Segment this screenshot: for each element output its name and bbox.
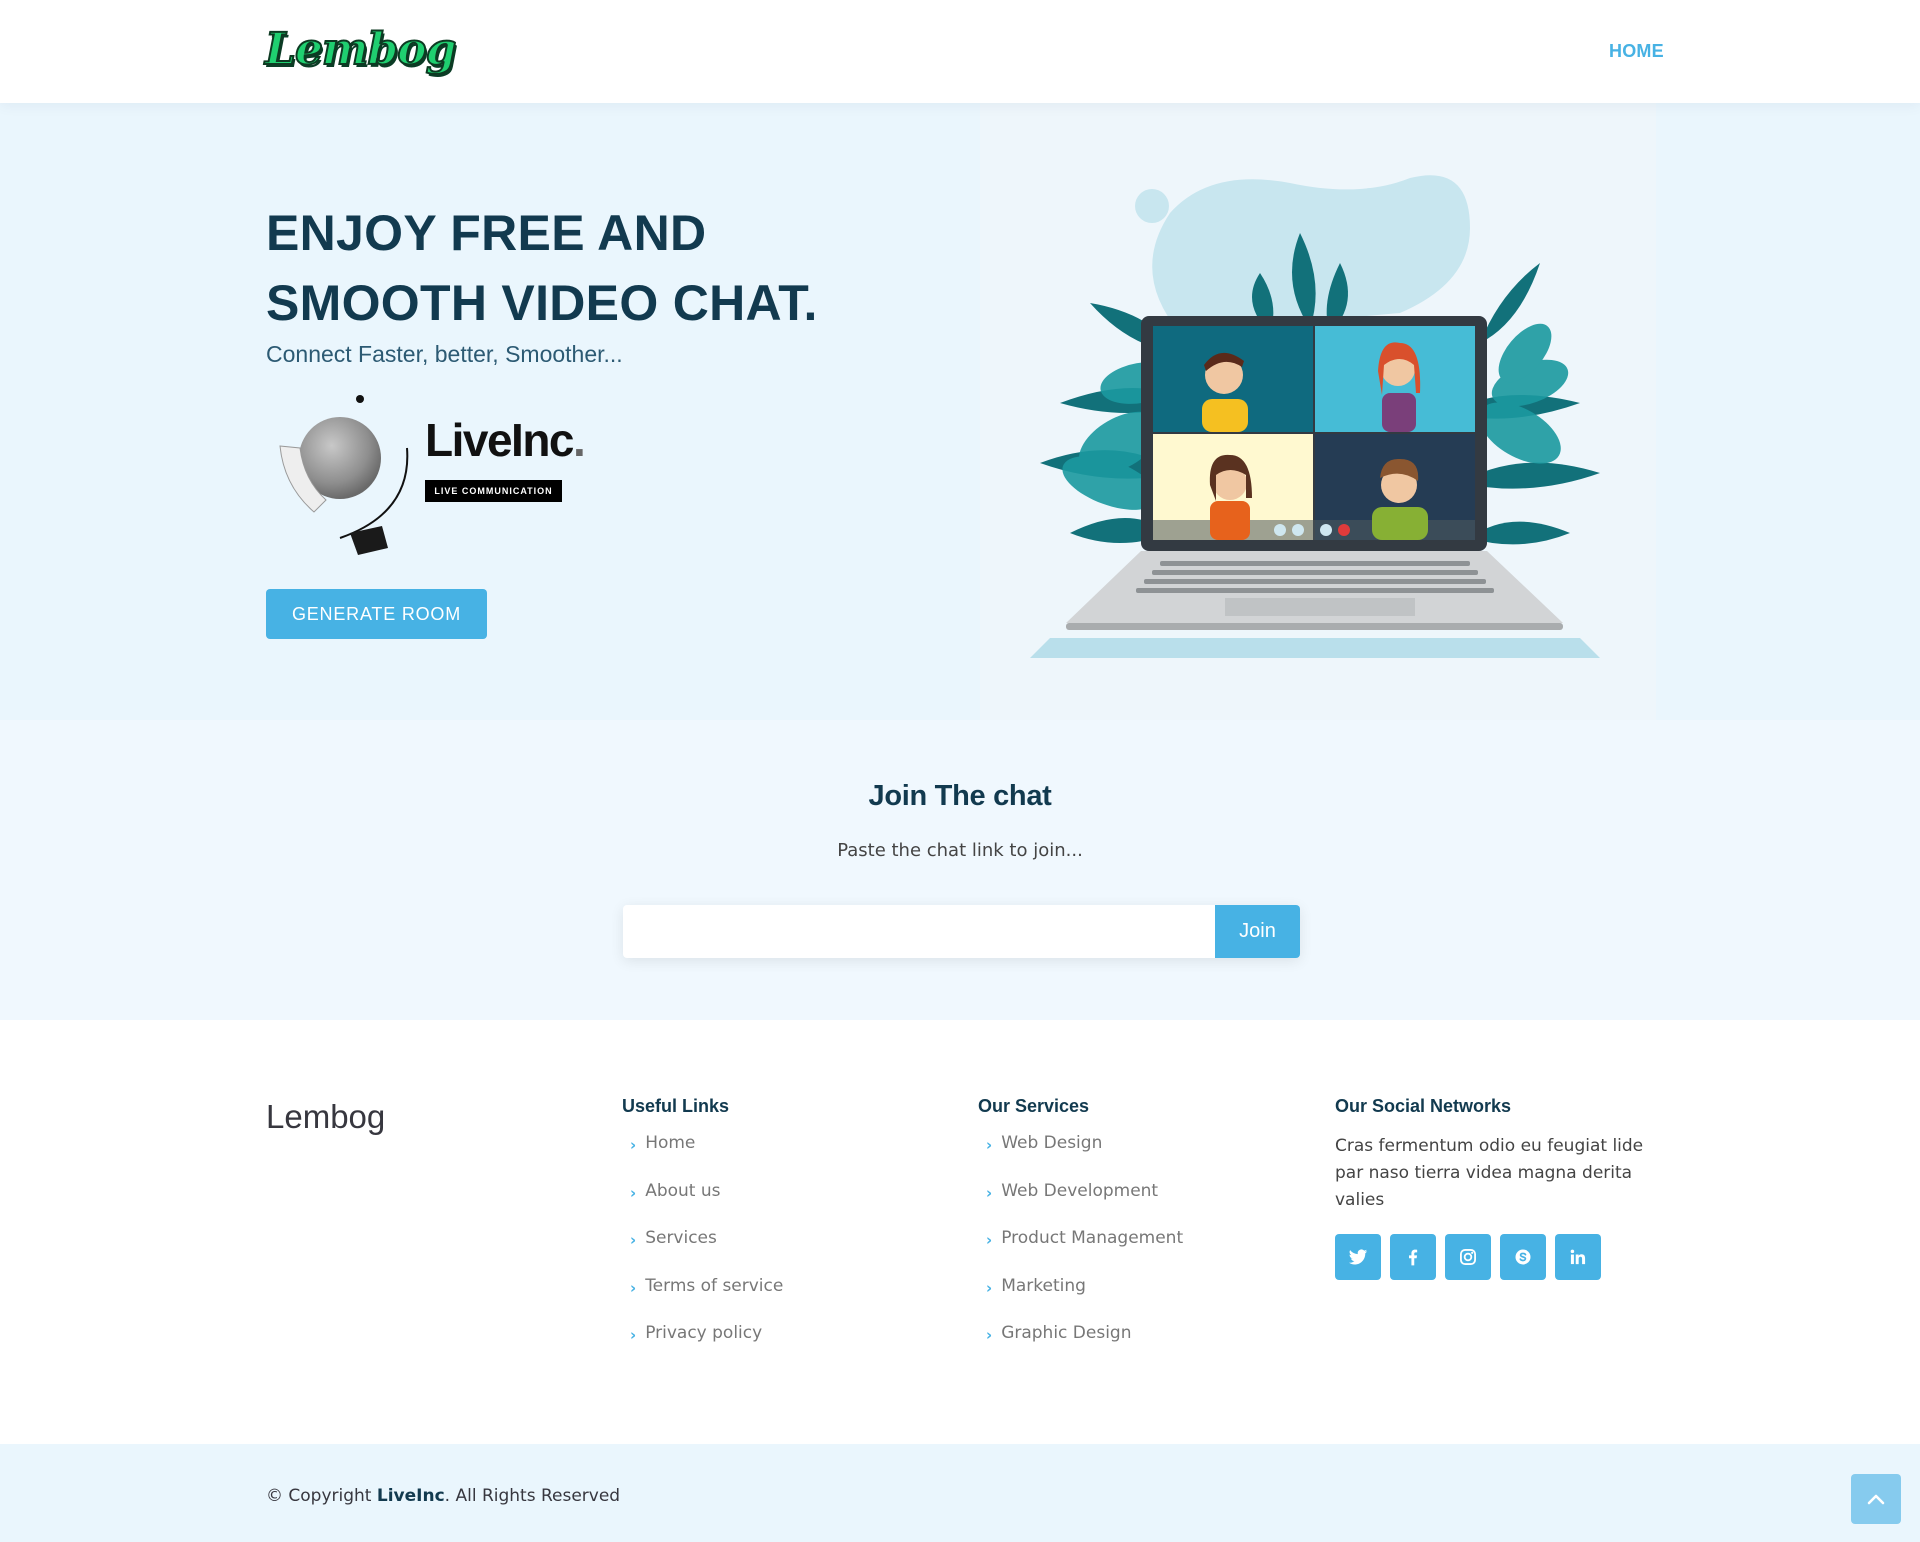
generate-room-button[interactable]: GENERATE ROOM <box>266 589 487 639</box>
chevron-right-icon: › <box>630 1183 637 1202</box>
footer-service-item: › Web Development <box>978 1181 1183 1229</box>
chevron-up-icon <box>1867 1494 1885 1505</box>
join-description: Paste the chat link to join... <box>837 840 1083 861</box>
footer-brand: Lembog <box>266 1098 386 1135</box>
back-to-top-button[interactable] <box>1851 1474 1901 1524</box>
liveinc-globe-icon <box>279 395 409 555</box>
footer-link-item: › Home <box>622 1133 783 1181</box>
footer-service-item: › Marketing <box>978 1276 1183 1324</box>
footer-link-item: › Services <box>622 1228 783 1276</box>
footer-link-about[interactable]: About us <box>645 1181 720 1201</box>
instagram-icon <box>1460 1249 1476 1265</box>
join-form: Join <box>623 905 1300 958</box>
footer-social: Our Social Networks Cras fermentum odio … <box>1335 1096 1645 1280</box>
chevron-right-icon: › <box>986 1231 993 1249</box>
chevron-right-icon: › <box>986 1183 993 1202</box>
chat-link-input[interactable] <box>623 905 1215 958</box>
chevron-right-icon: › <box>630 1136 637 1154</box>
join-chat-section: Join The chat Paste the chat link to joi… <box>0 720 1920 1020</box>
site-logo[interactable]: Lembog <box>264 23 457 76</box>
useful-links-heading: Useful Links <box>622 1096 730 1116</box>
instagram-button[interactable] <box>1445 1234 1491 1280</box>
twitter-icon <box>1348 1249 1368 1265</box>
join-title: Join The chat <box>868 780 1052 812</box>
footer-link-privacy[interactable]: Privacy policy <box>645 1323 762 1343</box>
chevron-right-icon: › <box>630 1326 637 1344</box>
facebook-icon <box>1409 1249 1418 1266</box>
linkedin-button[interactable] <box>1555 1234 1601 1280</box>
linkedin-icon <box>1570 1249 1586 1265</box>
site-header: Lembog HOME <box>0 0 1920 103</box>
social-links <box>1335 1234 1645 1280</box>
footer-link-item: › Terms of service <box>622 1276 783 1324</box>
hero-title: ENJOY FREE AND SMOOTH VIDEO CHAT. <box>266 205 818 331</box>
footer-link-services[interactable]: Services <box>645 1228 717 1248</box>
copyright-brand: LiveInc <box>376 1486 445 1506</box>
footer-services: Our Services › Web Design › Web Developmen… <box>978 1096 1183 1371</box>
liveinc-brand-logo: LiveInc. LIVE COMMUNICATION <box>270 388 600 558</box>
skype-button[interactable] <box>1500 1234 1546 1280</box>
chevron-right-icon: › <box>986 1136 993 1154</box>
footer-service-item: › Product Management <box>978 1228 1183 1276</box>
footer-link-terms[interactable]: Terms of service <box>645 1276 783 1296</box>
footer: Lembog Useful Links › Home › About us › Ser… <box>0 1020 1920 1444</box>
service-link-marketing[interactable]: Marketing <box>1001 1276 1086 1296</box>
footer-link-home[interactable]: Home <box>645 1133 695 1153</box>
liveinc-tagline: LIVE COMMUNICATION <box>425 480 562 502</box>
footer-bottom-bar: © Copyright LiveInc. All Rights Reserved <box>0 1444 1920 1542</box>
liveinc-name: LiveInc. <box>425 414 586 466</box>
footer-link-item: › About us <box>622 1181 783 1229</box>
facebook-button[interactable] <box>1390 1234 1436 1280</box>
footer-service-item: › Graphic Design <box>978 1323 1183 1371</box>
service-link-product-management[interactable]: Product Management <box>1001 1228 1183 1248</box>
social-description: Cras fermentum odio eu feugiat lide par … <box>1335 1136 1644 1210</box>
copyright-text: © Copyright LiveInc. All Rights Reserved <box>266 1486 621 1506</box>
footer-useful-links: Useful Links › Home › About us › Services ›… <box>622 1096 783 1371</box>
chevron-right-icon: › <box>986 1278 993 1297</box>
join-button[interactable]: Join <box>1215 905 1300 958</box>
chevron-right-icon: › <box>630 1231 637 1249</box>
hero-section: ENJOY FREE AND SMOOTH VIDEO CHAT. Connec… <box>0 103 1920 748</box>
footer-link-item: › Privacy policy <box>622 1323 783 1371</box>
nav-home-link[interactable]: HOME <box>1609 41 1664 62</box>
service-link-web-design[interactable]: Web Design <box>1001 1133 1102 1153</box>
footer-service-item: › Web Design <box>978 1133 1183 1181</box>
hero-subtitle: Connect Faster, better, Smoother... <box>266 341 623 367</box>
services-heading: Our Services <box>978 1096 1090 1116</box>
chevron-right-icon: › <box>986 1326 993 1344</box>
twitter-button[interactable] <box>1335 1234 1381 1280</box>
chevron-right-icon: › <box>630 1278 637 1297</box>
service-link-graphic-design[interactable]: Graphic Design <box>1001 1323 1131 1343</box>
service-link-web-development[interactable]: Web Development <box>1001 1181 1158 1201</box>
social-heading: Our Social Networks <box>1335 1096 1512 1116</box>
laptop-video-call-illustration <box>980 103 1656 748</box>
skype-icon <box>1515 1249 1531 1265</box>
